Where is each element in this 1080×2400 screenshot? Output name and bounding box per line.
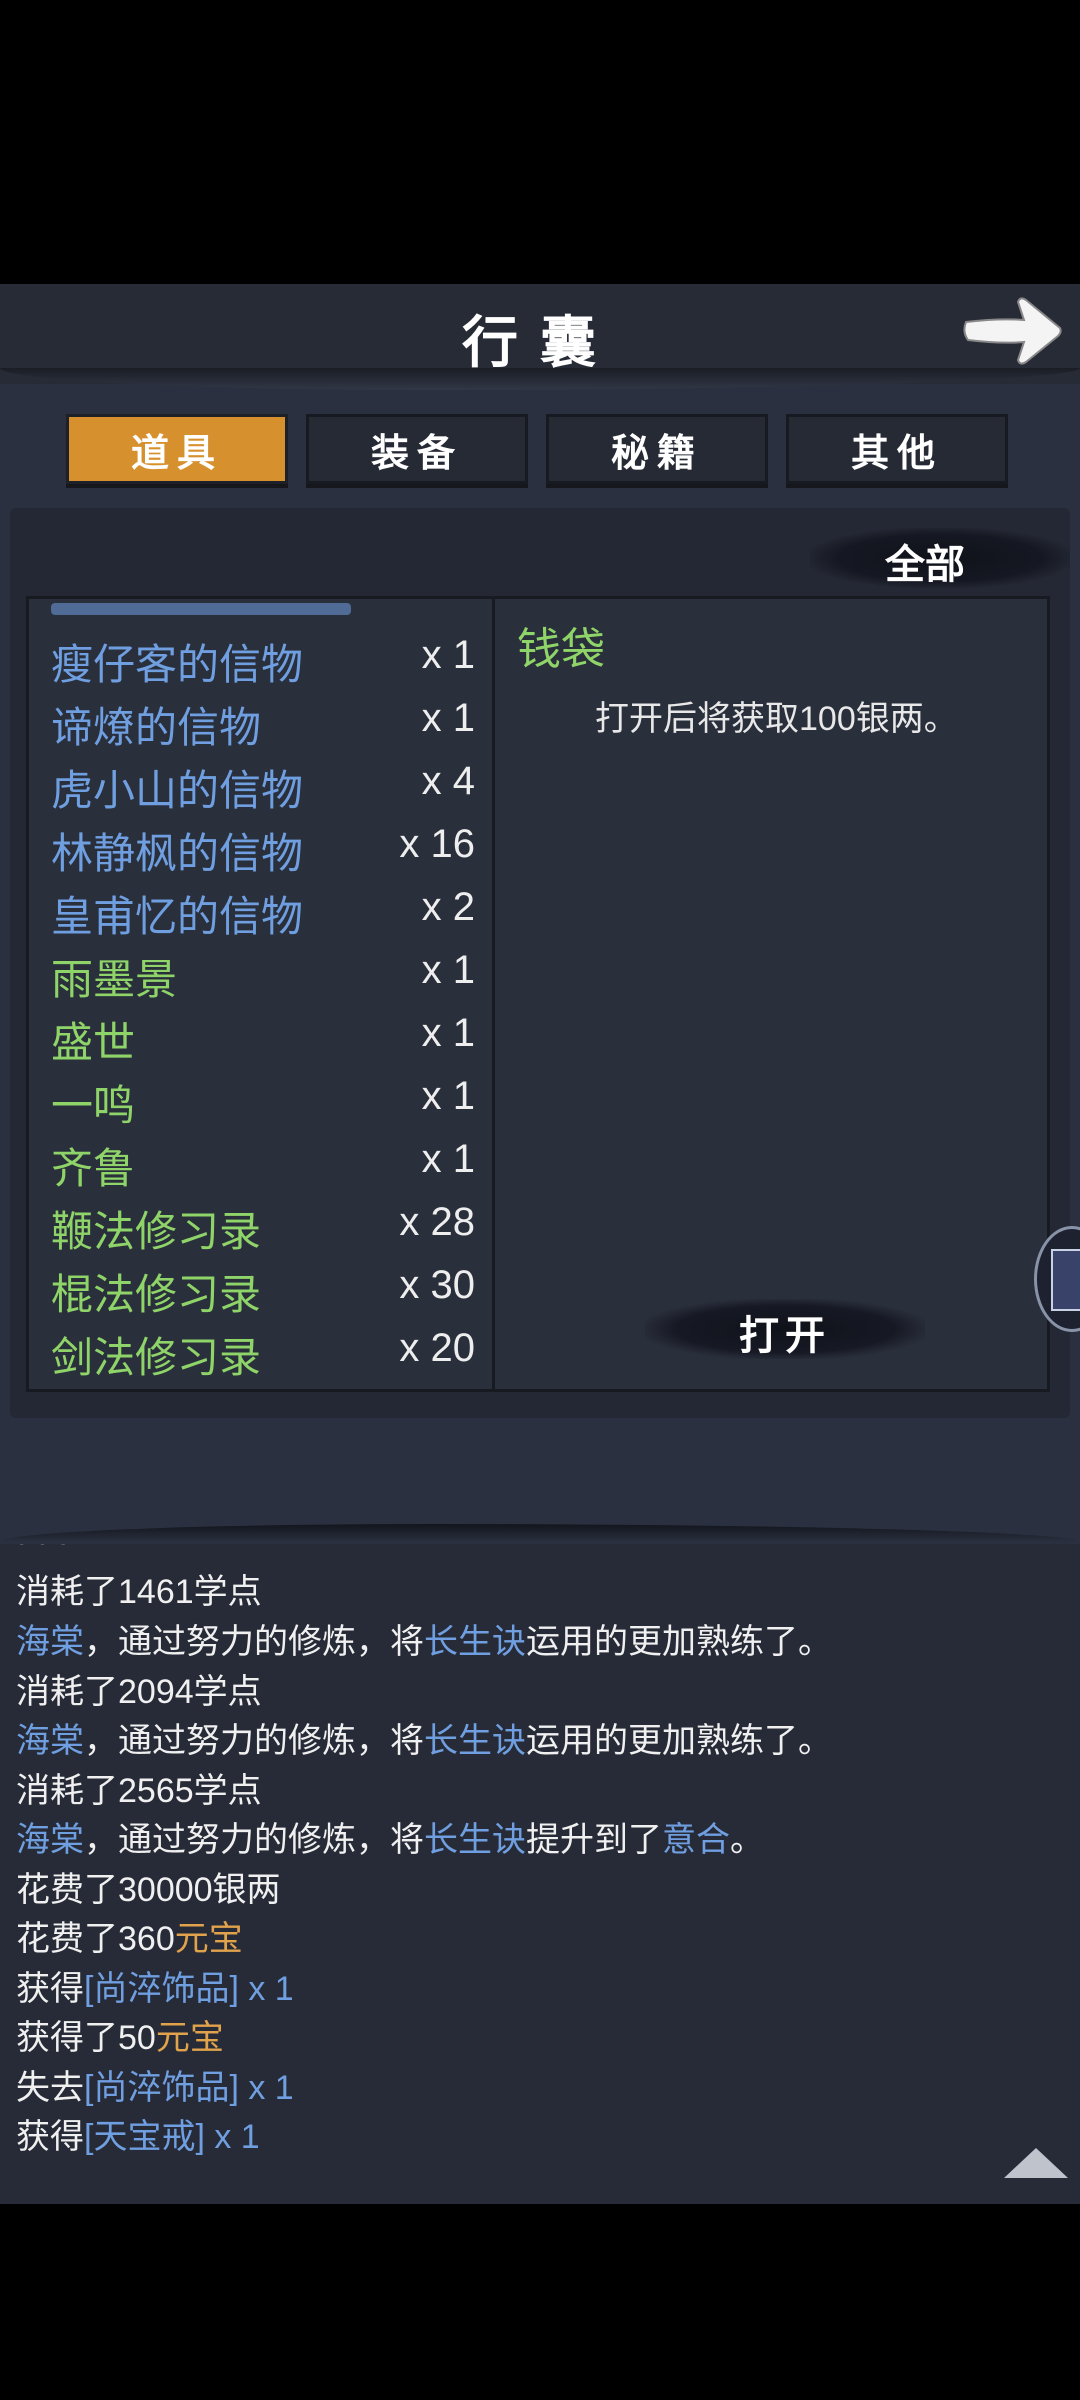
log-line-clipped: · · · [16, 1544, 69, 1561]
item-name: 瘦仔客的信物 [51, 641, 304, 688]
item-count: x 1 [421, 1011, 475, 1055]
item-count: x 1 [421, 948, 475, 992]
clipped-row [51, 603, 351, 615]
item-name: 剑法修习录 [51, 1334, 262, 1381]
item-count: x 16 [399, 822, 475, 866]
item-list[interactable]: 瘦仔客的信物 x 1 谛燎的信物 x 1 虎小山的信物 x 4 林静枫的信物 x… [26, 596, 496, 1392]
list-item[interactable]: 谛燎的信物 x 1 [29, 690, 493, 752]
item-name: 棍法修习录 [51, 1271, 262, 1318]
triangle-up-icon[interactable] [1004, 2148, 1068, 2178]
list-item[interactable]: 齐鲁 x 1 [29, 1131, 493, 1193]
tab-equipment[interactable]: 装备 [306, 414, 528, 484]
game-screen: 行囊 道具 装备 秘籍 其他 全部 瘦仔客的信物 x 1 谛燎的信物 x 1 虎… [0, 284, 1080, 2204]
item-count: x 28 [399, 1200, 475, 1244]
list-item[interactable]: 棍法修习录 x 30 [29, 1257, 493, 1319]
list-item[interactable]: 瘦仔客的信物 x 1 [29, 627, 493, 689]
item-name: 皇甫忆的信物 [51, 893, 304, 940]
item-count: x 2 [421, 885, 475, 929]
header-bar: 行囊 [0, 284, 1080, 390]
open-button[interactable]: 打开 [715, 1303, 855, 1361]
item-detail: 钱袋 打开后将获取100银两。 打开 [492, 596, 1050, 1392]
item-count: x 1 [421, 633, 475, 677]
log-line: 消耗了1461学点 [16, 1573, 262, 1611]
item-name: 雨墨景 [51, 956, 178, 1003]
log-line: 获得[天宝戒] x 1 [16, 2118, 260, 2156]
item-count: x 1 [421, 696, 475, 740]
log-line: 消耗了2094学点 [16, 1673, 262, 1711]
list-item[interactable]: 鞭法修习录 x 28 [29, 1194, 493, 1256]
divider [0, 1524, 1080, 1542]
tab-manuals[interactable]: 秘籍 [546, 414, 768, 484]
log-line: 花费了360元宝 [16, 1920, 243, 1958]
item-count: x 1 [421, 1137, 475, 1181]
log-line: 海棠，通过努力的修炼，将长生诀运用的更加熟练了。 [16, 1623, 832, 1661]
scroll-icon [1051, 1249, 1080, 1311]
log-line: 花费了30000银两 [16, 1871, 281, 1909]
log-line: 获得了50元宝 [16, 2019, 224, 2057]
item-name: 鞭法修习录 [51, 1208, 262, 1255]
tab-bar: 道具 装备 秘籍 其他 [66, 414, 1016, 490]
filter-dropdown[interactable]: 全部 [870, 532, 980, 590]
list-item[interactable]: 雨墨景 x 1 [29, 942, 493, 1004]
log-line: 失去[尚淬饰品] x 1 [16, 2069, 294, 2107]
arrow-right-icon[interactable] [960, 292, 1064, 368]
message-log[interactable]: · · · 消耗了1461学点 海棠，通过努力的修炼，将长生诀运用的更加熟练了。… [0, 1544, 1080, 2204]
item-name: 谛燎的信物 [51, 704, 262, 751]
list-item[interactable]: 皇甫忆的信物 x 2 [29, 879, 493, 941]
item-count: x 4 [421, 759, 475, 803]
log-line: 海棠，通过努力的修炼，将长生诀提升到了意合。 [16, 1821, 764, 1859]
list-item[interactable]: 盛世 x 1 [29, 1005, 493, 1067]
list-item[interactable]: 剑法修习录 x 20 [29, 1320, 493, 1382]
log-line: 海棠，通过努力的修炼，将长生诀运用的更加熟练了。 [16, 1722, 832, 1760]
log-line: 获得[尚淬饰品] x 1 [16, 1970, 294, 2008]
detail-description: 打开后将获取100银两。 [595, 700, 958, 738]
item-name: 虎小山的信物 [51, 767, 304, 814]
list-item[interactable]: 虎小山的信物 x 4 [29, 753, 493, 815]
item-name: 林静枫的信物 [51, 830, 304, 877]
divider [0, 368, 1080, 390]
list-item[interactable]: 林静枫的信物 x 16 [29, 816, 493, 878]
page-title: 行囊 [462, 310, 618, 376]
list-item[interactable]: 一鸣 x 1 [29, 1068, 493, 1130]
tab-other[interactable]: 其他 [786, 414, 1008, 484]
tab-items[interactable]: 道具 [66, 414, 288, 484]
detail-item-name: 钱袋 [517, 625, 605, 674]
item-name: 一鸣 [51, 1082, 136, 1129]
item-count: x 20 [399, 1326, 475, 1370]
item-count: x 30 [399, 1263, 475, 1307]
log-line: 消耗了2565学点 [16, 1772, 262, 1810]
item-count: x 1 [421, 1074, 475, 1118]
item-name: 齐鲁 [51, 1145, 136, 1192]
inventory-panel: 全部 瘦仔客的信物 x 1 谛燎的信物 x 1 虎小山的信物 x 4 林静枫的信… [10, 508, 1080, 1418]
item-name: 盛世 [51, 1019, 136, 1066]
